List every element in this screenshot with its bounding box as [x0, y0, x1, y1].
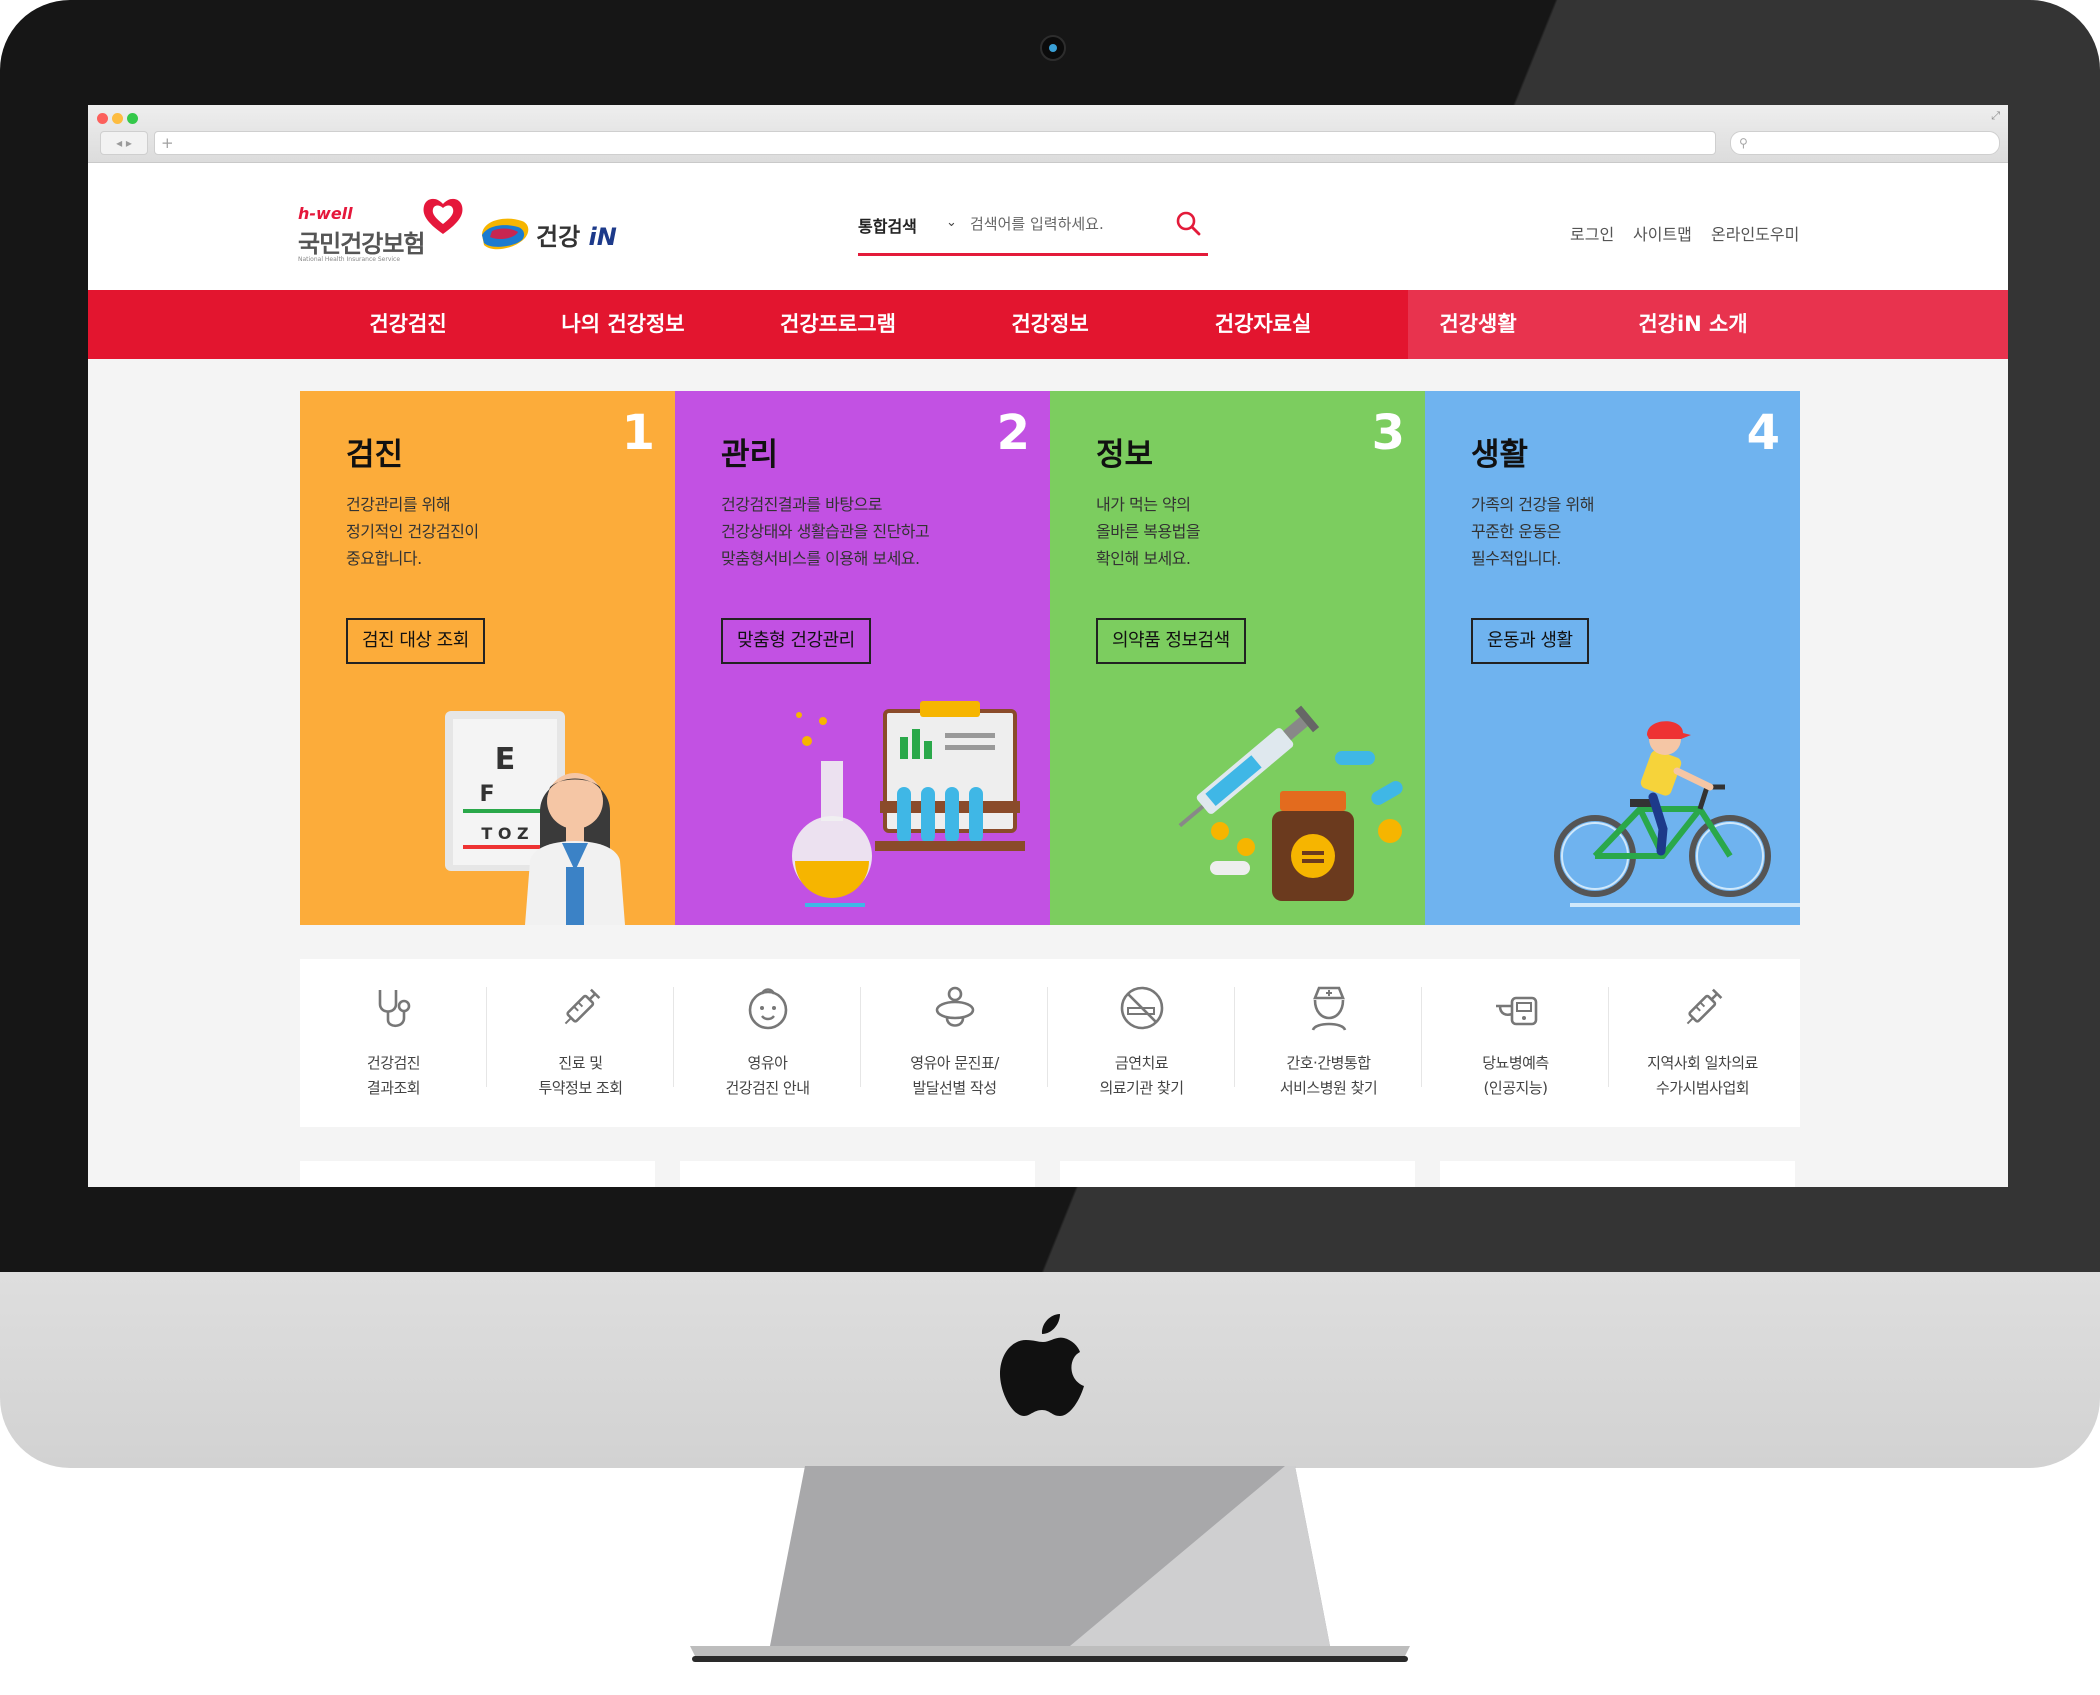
new-tab-icon[interactable]: + — [161, 132, 174, 154]
maximize-window-dot[interactable] — [127, 113, 138, 124]
quick-link-label: 진료 및 투약정보 조회 — [538, 1054, 623, 1097]
gin-logo-text: 건강 iN — [536, 223, 617, 251]
panel-management: 2 관리 건강검진결과를 바탕으로 건강상태와 생활습관을 진단하고 맞춤형서비… — [675, 391, 1050, 925]
content-card[interactable] — [1440, 1161, 1795, 1187]
pacifier-icon — [935, 986, 975, 1027]
browser-chrome: ◂ ▸ + ⚲ ⤢ — [88, 105, 2008, 163]
panel-description: 건강관리를 위해 정기적인 건강검진이 중요합니다. — [346, 495, 479, 568]
panel-number: 2 — [996, 405, 1030, 461]
cyclist-illustration — [1554, 721, 1800, 907]
monitor-chin — [0, 1272, 2100, 1468]
nhis-english-name: National Health Insurance Service — [298, 256, 401, 263]
search-category-select[interactable]: 통합검색 — [858, 213, 917, 237]
svg-text:T O Z: T O Z — [481, 824, 528, 843]
search-input[interactable] — [970, 211, 1150, 237]
search-icon: ⚲ — [1739, 136, 1748, 150]
panel-number: 4 — [1746, 405, 1780, 461]
quick-link-diabetes-prediction[interactable]: 당뇨병예측 (인공지능) — [1422, 959, 1609, 1127]
panel-title: 정보 — [1096, 437, 1154, 473]
browser-search-bar[interactable]: ⚲ — [1730, 131, 2000, 155]
chevron-down-icon[interactable]: ⌄ — [946, 215, 957, 230]
main-navigation: 건강검진 나의 건강정보 건강프로그램 건강정보 건강자료실 건강생활 건강iN… — [88, 290, 2008, 359]
monitor-stand — [690, 1466, 1410, 1662]
hwell-brand: h-well — [298, 204, 353, 223]
syringe-icon — [564, 988, 601, 1025]
lab-flask-illustration — [792, 701, 1025, 907]
gin-logo[interactable]: 건강 iN — [478, 213, 618, 257]
browser-screen: ◂ ▸ + ⚲ ⤢ h-well 국민건강보험 National Health … — [88, 105, 2008, 1187]
nhis-name: 국민건강보험 — [298, 230, 425, 258]
exercise-and-life-button[interactable]: 운동과 생활 — [1471, 618, 1589, 664]
nav-item-health-checkup[interactable]: 건강검진 — [308, 290, 508, 359]
panel-description: 내가 먹는 약의 올바른 복용법을 확인해 보세요. — [1096, 495, 1201, 568]
glucose-meter-icon — [1496, 996, 1538, 1026]
panel-checkup: 1 검진 건강관리를 위해 정기적인 건강검진이 중요합니다. 검진 대상 조회… — [300, 391, 675, 925]
custom-health-management-button[interactable]: 맞춤형 건강관리 — [721, 618, 871, 664]
panel-lifestyle: 4 생활 가족의 건강을 위해 꾸준한 운동은 필수적입니다. 운동과 생활 — [1425, 391, 1800, 925]
quick-link-label: 영유아 문진표/ 발달선별 작성 — [910, 1054, 999, 1097]
nav-item-health-program[interactable]: 건강프로그램 — [738, 290, 938, 359]
monitor-bezel: ◂ ▸ + ⚲ ⤢ h-well 국민건강보험 National Health … — [0, 0, 2100, 1272]
syringe-icon — [1686, 988, 1723, 1025]
no-smoking-icon — [1120, 986, 1164, 1030]
panel-number: 3 — [1371, 405, 1405, 461]
quick-link-infant-checkup[interactable]: 영유아 건강검진 안내 — [674, 959, 861, 1127]
content-card[interactable] — [680, 1161, 1035, 1187]
fullscreen-icon[interactable]: ⤢ — [1991, 109, 2000, 123]
quick-link-integrated-nursing[interactable]: 간호·간병통합 서비스병원 찾기 — [1235, 959, 1422, 1127]
gin-brand-mark-icon — [482, 218, 529, 250]
quick-link-primary-care-pilot[interactable]: 지역사회 일차의료 수가시범사업회 — [1609, 959, 1796, 1127]
nhis-logo[interactable]: h-well 국민건강보험 National Health Insurance … — [298, 196, 463, 266]
address-bar[interactable]: + — [154, 131, 1716, 155]
minimize-window-dot[interactable] — [112, 113, 123, 124]
camera-icon — [1040, 35, 1066, 61]
feature-panels: 1 검진 건강관리를 위해 정기적인 건강검진이 중요합니다. 검진 대상 조회… — [300, 391, 1800, 925]
site-header: h-well 국민건강보험 National Health Insurance … — [88, 163, 2008, 290]
quick-link-treatment-info[interactable]: 진료 및 투약정보 조회 — [487, 959, 674, 1127]
sitemap-link[interactable]: 사이트맵 — [1633, 221, 1692, 245]
quick-links: 건강검진 결과조회 진료 및 투약정보 조회 영유아 건강검진 안내 영유아 문… — [300, 959, 1800, 1127]
panel-title: 검진 — [346, 437, 404, 473]
content-card[interactable] — [300, 1161, 655, 1187]
stethoscope-icon — [378, 990, 411, 1028]
quick-link-checkup-results[interactable]: 건강검진 결과조회 — [300, 959, 487, 1127]
nav-item-health-library[interactable]: 건강자료실 — [1163, 290, 1363, 359]
nav-item-my-health-info[interactable]: 나의 건강정보 — [523, 290, 723, 359]
panel-number: 1 — [621, 405, 655, 461]
panel-title: 생활 — [1471, 437, 1529, 473]
eye-chart-doctor-illustration: E F T O Z — [445, 711, 625, 925]
panel-information: 3 정보 내가 먹는 약의 올바른 복용법을 확인해 보세요. 의약품 정보검색 — [1050, 391, 1425, 925]
unified-search: 통합검색 ⌄ — [858, 203, 1208, 256]
quick-link-label: 금연치료 의료기관 찾기 — [1099, 1054, 1184, 1097]
close-window-dot[interactable] — [97, 113, 108, 124]
nurse-icon — [1311, 986, 1347, 1031]
quick-link-label: 영유아 건강검진 안내 — [725, 1054, 810, 1097]
nav-item-about-gin[interactable]: 건강iN 소개 — [1593, 290, 1793, 359]
apple-logo-icon — [1000, 1314, 1084, 1416]
login-link[interactable]: 로그인 — [1570, 221, 1614, 245]
panel-description: 가족의 건강을 위해 꾸준한 운동은 필수적입니다. — [1471, 495, 1594, 568]
baby-face-icon — [748, 988, 788, 1030]
medicine-syringe-illustration — [1178, 705, 1403, 901]
svg-text:F: F — [479, 782, 494, 807]
quick-link-smoking-cessation[interactable]: 금연치료 의료기관 찾기 — [1048, 959, 1235, 1127]
search-icon[interactable] — [1174, 209, 1204, 239]
quick-link-label: 간호·간병통합 서비스병원 찾기 — [1279, 1054, 1378, 1097]
svg-text:E: E — [495, 742, 516, 777]
quick-link-infant-questionnaire[interactable]: 영유아 문진표/ 발달선별 작성 — [861, 959, 1048, 1127]
heart-icon — [423, 198, 463, 234]
checkup-target-lookup-button[interactable]: 검진 대상 조회 — [346, 618, 485, 664]
panel-description: 건강검진결과를 바탕으로 건강상태와 생활습관을 진단하고 맞춤형서비스를 이용… — [721, 495, 930, 568]
content-cards — [300, 1161, 1800, 1187]
back-forward-buttons[interactable]: ◂ ▸ — [100, 131, 148, 155]
content-card[interactable] — [1060, 1161, 1415, 1187]
quick-link-label: 건강검진 결과조회 — [366, 1054, 421, 1097]
nav-item-health-info[interactable]: 건강정보 — [950, 290, 1150, 359]
nav-item-healthy-living[interactable]: 건강생활 — [1378, 290, 1578, 359]
quick-link-label: 당뇨병예측 (인공지능) — [1482, 1054, 1549, 1097]
panel-title: 관리 — [721, 437, 779, 473]
medicine-info-search-button[interactable]: 의약품 정보검색 — [1096, 618, 1246, 664]
online-help-link[interactable]: 온라인도우미 — [1711, 221, 1799, 245]
quick-link-label: 지역사회 일차의료 수가시범사업회 — [1647, 1054, 1758, 1097]
